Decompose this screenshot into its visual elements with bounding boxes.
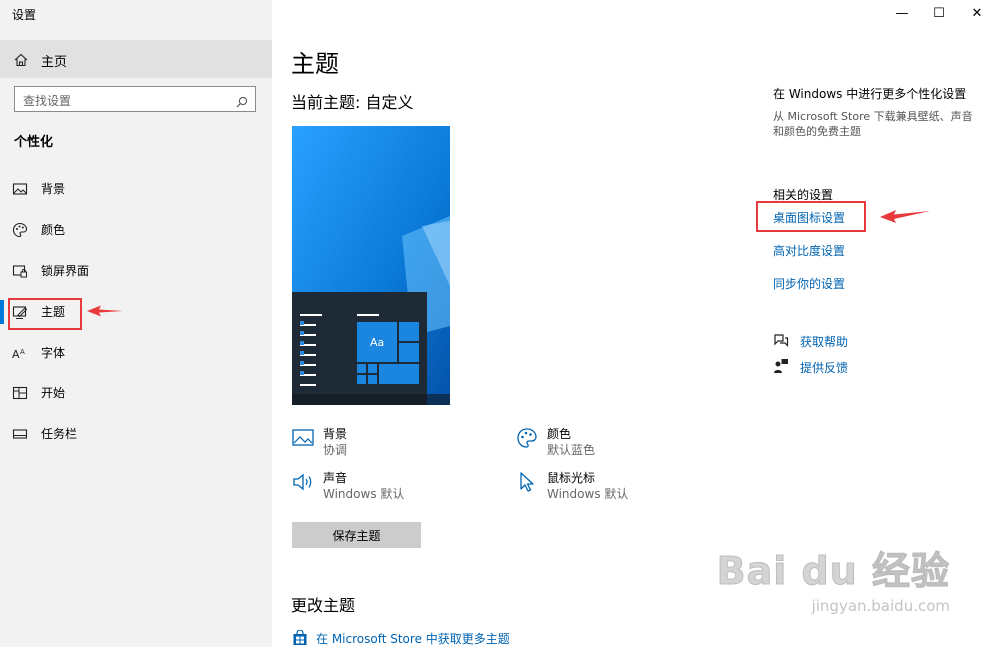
home-icon — [14, 52, 28, 71]
svg-text:A: A — [12, 348, 20, 361]
more-personalization-heading: 在 Windows 中进行更多个性化设置 — [773, 87, 967, 101]
prop-value: 协调 — [323, 443, 348, 457]
watermark-url: jingyan.baidu.com — [811, 597, 950, 615]
prop-name: 颜色 — [547, 427, 572, 441]
lock-screen-icon — [12, 263, 28, 279]
prop-name: 背景 — [323, 427, 348, 441]
sync-settings-link[interactable]: 同步你的设置 — [773, 275, 845, 292]
palette-icon — [516, 427, 538, 449]
minimize-icon: — — [895, 5, 909, 21]
annotation-arrow-icon — [880, 210, 930, 223]
sidebar-item-lock-screen[interactable]: 锁屏界面 — [0, 253, 272, 289]
sidebar-item-label: 背景 — [41, 182, 66, 196]
annotation-box — [8, 298, 82, 330]
home-label: 主页 — [41, 55, 68, 70]
close-button[interactable]: ✕ — [962, 0, 992, 26]
prop-value: Windows 默认 — [547, 487, 629, 501]
page-title: 主题 — [291, 50, 339, 78]
palette-icon — [12, 222, 28, 238]
maximize-button[interactable]: ☐ — [924, 0, 954, 26]
svg-text:A: A — [20, 348, 25, 356]
change-theme-heading: 更改主题 — [291, 596, 356, 615]
sidebar-item-label: 任务栏 — [41, 427, 78, 441]
prop-name: 鼠标光标 — [547, 471, 596, 485]
section-heading: 个性化 — [14, 135, 54, 150]
sidebar-item-background[interactable]: 背景 — [0, 171, 272, 207]
sidebar-item-label: 字体 — [41, 346, 66, 360]
watermark-logo: Bai du 经验 — [716, 549, 950, 594]
preview-tile-label: Aa — [370, 336, 385, 349]
sidebar-home[interactable]: 主页 — [0, 40, 272, 78]
prop-value: Windows 默认 — [323, 487, 405, 501]
search-placeholder: 查找设置 — [23, 94, 72, 108]
store-icon — [292, 629, 308, 649]
active-indicator — [0, 300, 4, 324]
help-chat-icon — [773, 332, 789, 352]
sidebar-item-label: 开始 — [41, 386, 66, 400]
help-label: 获取帮助 — [800, 335, 849, 349]
sidebar-item-font[interactable]: AA 字体 — [0, 335, 272, 371]
cursor-icon — [516, 471, 538, 493]
maximize-icon: ☐ — [933, 5, 945, 21]
search-input[interactable]: 查找设置 — [14, 86, 256, 112]
more-personalization-desc: 从 Microsoft Store 下载兼具壁纸、声音和颜色的免费主题 — [773, 110, 973, 138]
close-icon: ✕ — [971, 5, 983, 21]
sidebar-item-label: 颜色 — [41, 223, 66, 237]
sidebar-item-start[interactable]: 开始 — [0, 375, 272, 411]
sidebar-item-label: 锁屏界面 — [41, 264, 90, 278]
annotation-arrow-icon — [87, 305, 123, 317]
feedback-label: 提供反馈 — [800, 361, 849, 375]
annotation-box — [756, 201, 866, 232]
search-icon — [236, 93, 248, 112]
watermark: Bai du 经验 jingyan.baidu.com — [716, 540, 950, 616]
prop-name: 声音 — [323, 471, 348, 485]
current-theme-label: 当前主题: 自定义 — [291, 93, 414, 112]
store-link-label: 在 Microsoft Store 中获取更多主题 — [316, 632, 510, 646]
minimize-button[interactable]: — — [887, 0, 917, 26]
start-icon — [12, 385, 28, 401]
feedback-person-icon — [773, 358, 789, 378]
save-theme-button[interactable]: 保存主题 — [292, 522, 421, 548]
window-title: 设置 — [12, 8, 37, 22]
picture-icon — [12, 181, 28, 197]
sidebar: 设置 主页 查找设置 个性化 背景 颜色 锁屏界面 主题 A A 字体 开始 任… — [0, 0, 272, 647]
sidebar-item-color[interactable]: 颜色 — [0, 212, 272, 248]
wallpaper-preview-image — [292, 126, 450, 405]
prop-value: 默认蓝色 — [547, 443, 596, 457]
picture-icon — [292, 427, 314, 449]
font-icon: AA — [12, 345, 28, 361]
taskbar-icon — [12, 426, 28, 442]
high-contrast-settings-link[interactable]: 高对比度设置 — [773, 242, 845, 259]
speaker-icon — [292, 471, 314, 493]
sidebar-item-taskbar[interactable]: 任务栏 — [0, 416, 272, 452]
theme-preview: Aa — [292, 126, 450, 405]
